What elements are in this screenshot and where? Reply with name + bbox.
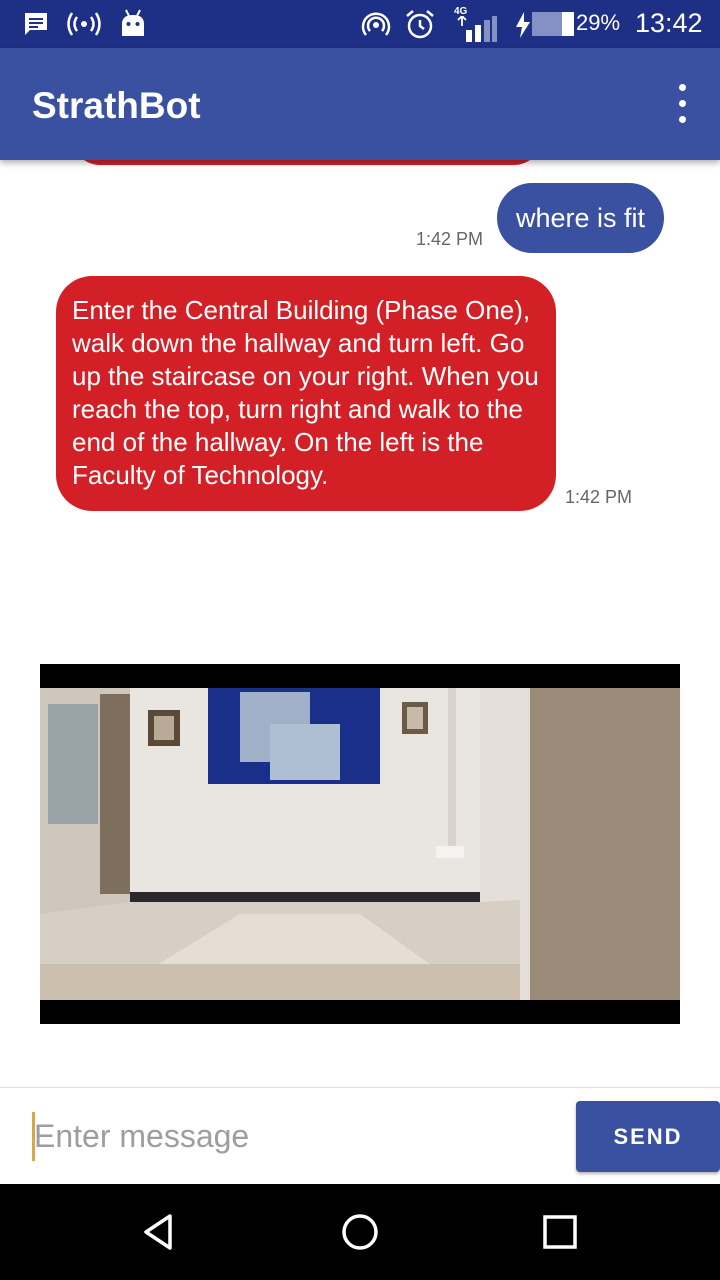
- user-message-bubble: where is fit: [497, 183, 664, 253]
- more-vert-icon[interactable]: [674, 84, 690, 124]
- system-nav-bar: [0, 1184, 720, 1280]
- app-bar: StrathBot: [0, 48, 720, 160]
- previous-bot-bubble: [72, 160, 542, 165]
- cast-icon: [361, 12, 391, 36]
- status-bar: 4G 29% 13:42: [0, 0, 720, 48]
- battery-percent: 29%: [576, 10, 621, 35]
- message-input[interactable]: [34, 1108, 554, 1164]
- recents-icon[interactable]: [540, 1212, 580, 1252]
- alarm-icon: [406, 10, 434, 39]
- back-icon[interactable]: [140, 1212, 180, 1252]
- clock: 13:42: [635, 8, 703, 38]
- message-icon: [25, 13, 47, 35]
- video-frame: [40, 664, 680, 1024]
- message-composer: SEND: [0, 1087, 720, 1185]
- message-timestamp: 1:42 PM: [565, 487, 633, 507]
- app-title: StrathBot: [32, 85, 201, 126]
- android-icon: [122, 9, 144, 36]
- home-icon[interactable]: [340, 1212, 380, 1252]
- chat-list[interactable]: where is fit 1:42 PM Enter the Central B…: [0, 160, 720, 1087]
- send-button[interactable]: SEND: [576, 1101, 720, 1172]
- signal-icon: [457, 16, 497, 42]
- message-timestamp: 1:42 PM: [416, 229, 484, 249]
- directions-video[interactable]: [40, 664, 680, 1024]
- charging-icon: [516, 12, 530, 38]
- hotspot-icon: [67, 12, 101, 36]
- battery-icon: [532, 12, 574, 36]
- bot-message-bubble: Enter the Central Building (Phase One), …: [56, 276, 556, 511]
